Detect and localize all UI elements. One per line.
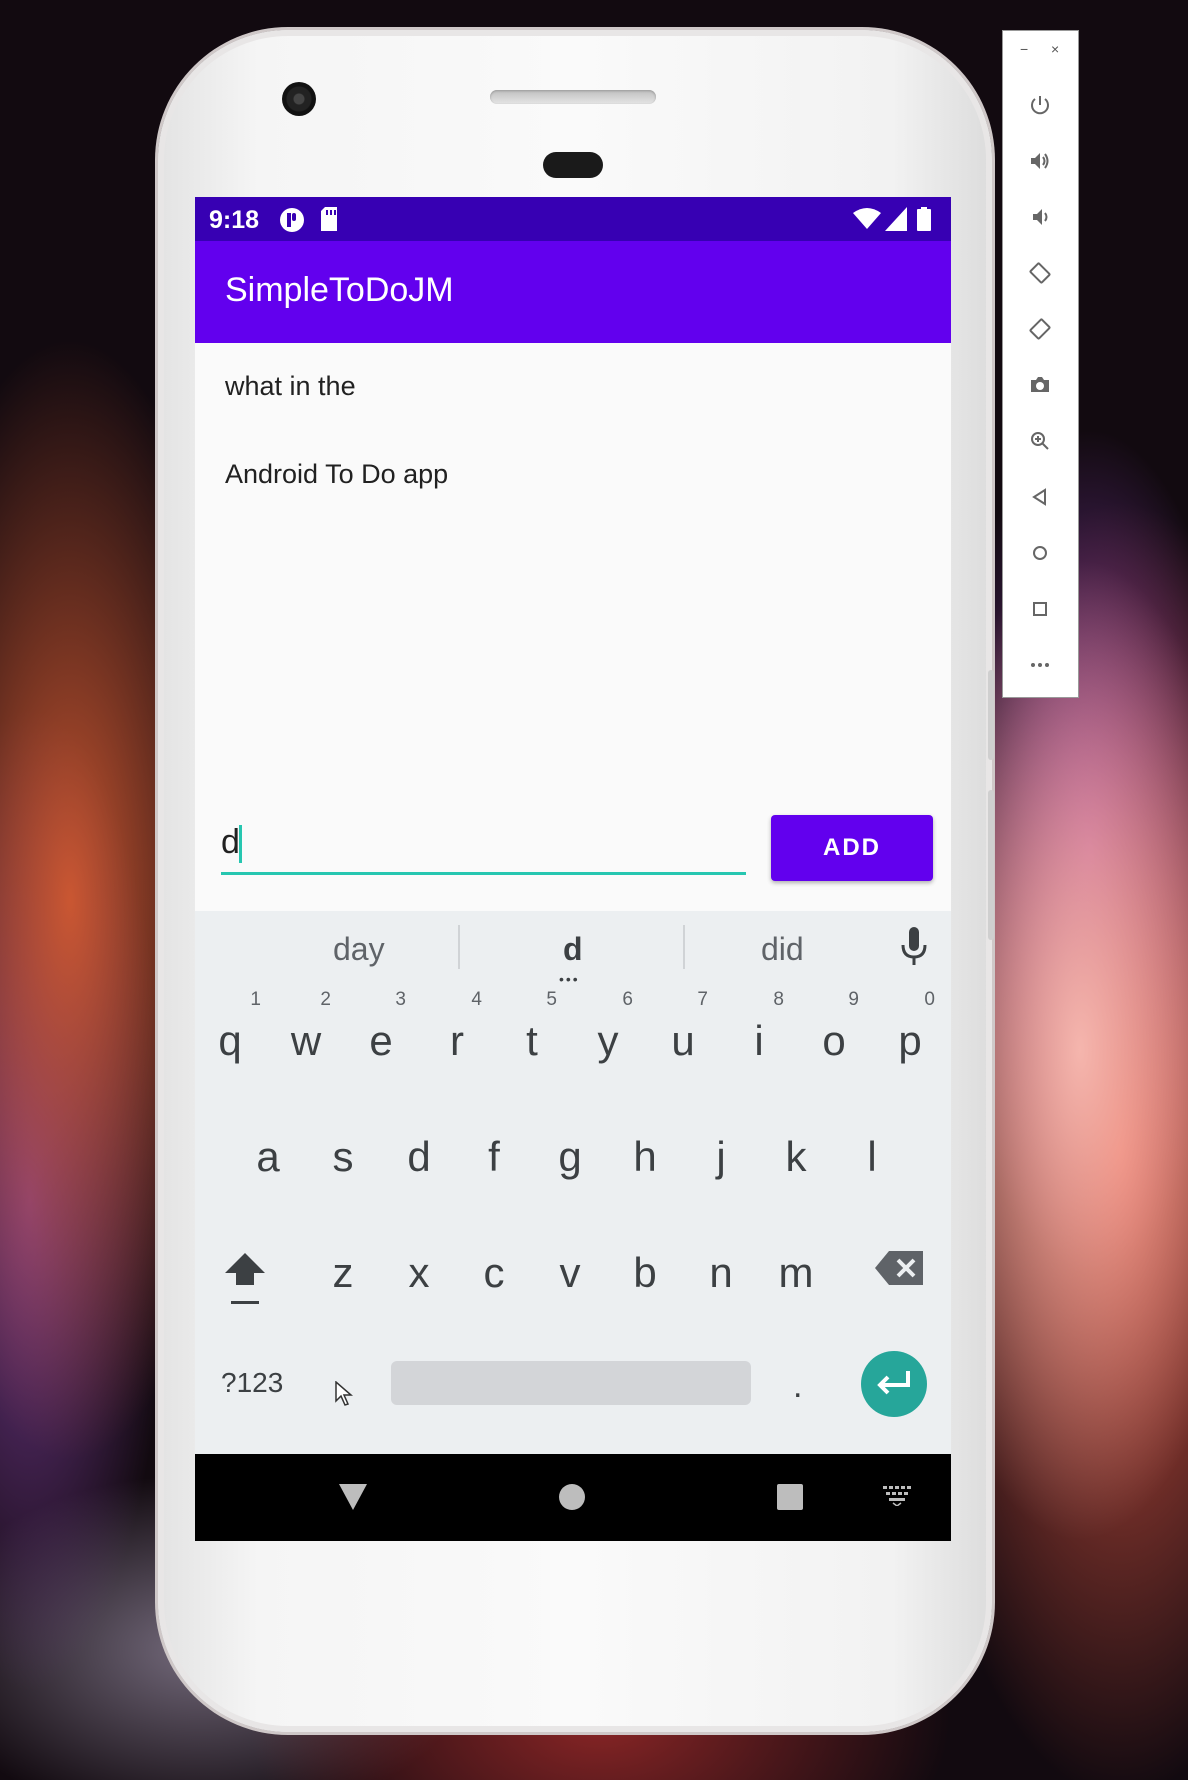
- key-g[interactable]: g: [535, 1107, 605, 1197]
- key-i[interactable]: 8i: [724, 989, 794, 1081]
- suggestion-divider: [458, 925, 460, 969]
- key-z[interactable]: z: [308, 1223, 378, 1313]
- key-h[interactable]: h: [610, 1107, 680, 1197]
- enter-key[interactable]: [861, 1351, 927, 1417]
- more-icon[interactable]: [1028, 653, 1052, 677]
- key-c[interactable]: c: [459, 1223, 529, 1313]
- key-n[interactable]: n: [686, 1223, 756, 1313]
- device-screen: 9:18 SimpleToDoJM what in the Android To…: [195, 197, 951, 1541]
- suggestion-did[interactable]: did: [761, 931, 804, 968]
- status-bar: 9:18: [195, 197, 951, 241]
- key-t[interactable]: 5t: [497, 989, 567, 1081]
- enter-icon: [877, 1371, 910, 1395]
- key-v[interactable]: v: [535, 1223, 605, 1313]
- back-nav-icon[interactable]: [339, 1484, 367, 1510]
- sd-card-icon: [321, 207, 337, 231]
- key-m[interactable]: m: [761, 1223, 831, 1313]
- key-r[interactable]: 4r: [422, 989, 492, 1081]
- input-text: d: [221, 823, 240, 861]
- symbols-key[interactable]: ?123: [221, 1367, 283, 1399]
- space-bar[interactable]: [391, 1361, 751, 1405]
- suggestion-divider: [683, 925, 685, 969]
- home-icon[interactable]: [1028, 541, 1052, 565]
- todo-list-item[interactable]: Android To Do app: [225, 459, 448, 490]
- suggestion-current[interactable]: d: [563, 931, 583, 968]
- proximity-sensor: [543, 152, 603, 178]
- wifi-icon: [853, 208, 881, 229]
- input-underline: [221, 872, 746, 875]
- key-s[interactable]: s: [308, 1107, 378, 1197]
- key-d[interactable]: d: [384, 1107, 454, 1197]
- notification-app-icon: [280, 208, 304, 232]
- key-a[interactable]: a: [233, 1107, 303, 1197]
- add-button[interactable]: ADD: [771, 815, 933, 881]
- recents-nav-icon[interactable]: [777, 1484, 803, 1510]
- todo-input-field[interactable]: d: [221, 811, 746, 875]
- volume-button: [988, 670, 994, 760]
- suggestion-strip: day d ••• did: [195, 911, 951, 987]
- key-j[interactable]: j: [686, 1107, 756, 1197]
- earpiece-speaker: [490, 90, 656, 104]
- period-key[interactable]: .: [793, 1367, 802, 1406]
- volume-up-icon[interactable]: [1028, 149, 1052, 173]
- todo-list-item[interactable]: what in the: [225, 371, 356, 402]
- text-caret: [239, 825, 242, 863]
- mouse-cursor-icon: [335, 1381, 353, 1406]
- emulator-toolbar: − ×: [1002, 30, 1079, 698]
- back-icon[interactable]: [1028, 485, 1052, 509]
- keyboard-switch-icon[interactable]: [883, 1486, 911, 1506]
- rotate-left-icon[interactable]: [1028, 261, 1052, 285]
- minimize-icon[interactable]: −: [1020, 41, 1028, 57]
- more-suggestions-dots: •••: [559, 971, 580, 987]
- home-nav-icon[interactable]: [559, 1484, 585, 1510]
- power-icon[interactable]: [1028, 93, 1052, 117]
- side-button: [988, 790, 994, 940]
- key-b[interactable]: b: [610, 1223, 680, 1313]
- key-u[interactable]: 7u: [648, 989, 718, 1081]
- overview-icon[interactable]: [1028, 597, 1052, 621]
- key-w[interactable]: 2w: [271, 989, 341, 1081]
- key-q[interactable]: 1q: [195, 989, 271, 1081]
- key-f[interactable]: f: [459, 1107, 529, 1197]
- volume-down-icon[interactable]: [1028, 205, 1052, 229]
- microphone-icon[interactable]: [901, 927, 927, 967]
- front-camera: [282, 82, 316, 116]
- app-title: SimpleToDoJM: [225, 271, 454, 309]
- soft-keyboard: day d ••• did 1q 2w 3e 4r 5t 6y 7u 8i 9o…: [195, 911, 951, 1454]
- camera-icon[interactable]: [1028, 373, 1052, 397]
- key-y[interactable]: 6y: [573, 989, 643, 1081]
- app-bar: SimpleToDoJM: [195, 241, 951, 343]
- shift-key-icon[interactable]: [223, 1251, 267, 1307]
- zoom-icon[interactable]: [1028, 429, 1052, 453]
- close-icon[interactable]: ×: [1051, 41, 1059, 57]
- key-e[interactable]: 3e: [346, 989, 416, 1081]
- suggestion-day[interactable]: day: [333, 931, 385, 968]
- key-o[interactable]: 9o: [799, 989, 869, 1081]
- key-p[interactable]: 0p: [875, 989, 945, 1081]
- status-time: 9:18: [209, 206, 260, 234]
- rotate-right-icon[interactable]: [1028, 317, 1052, 341]
- key-x[interactable]: x: [384, 1223, 454, 1313]
- navigation-bar: [195, 1454, 951, 1541]
- key-k[interactable]: k: [761, 1107, 831, 1197]
- key-l[interactable]: l: [837, 1107, 907, 1197]
- backspace-icon[interactable]: [875, 1251, 923, 1285]
- battery-icon: [917, 207, 931, 231]
- signal-icon: [885, 207, 907, 231]
